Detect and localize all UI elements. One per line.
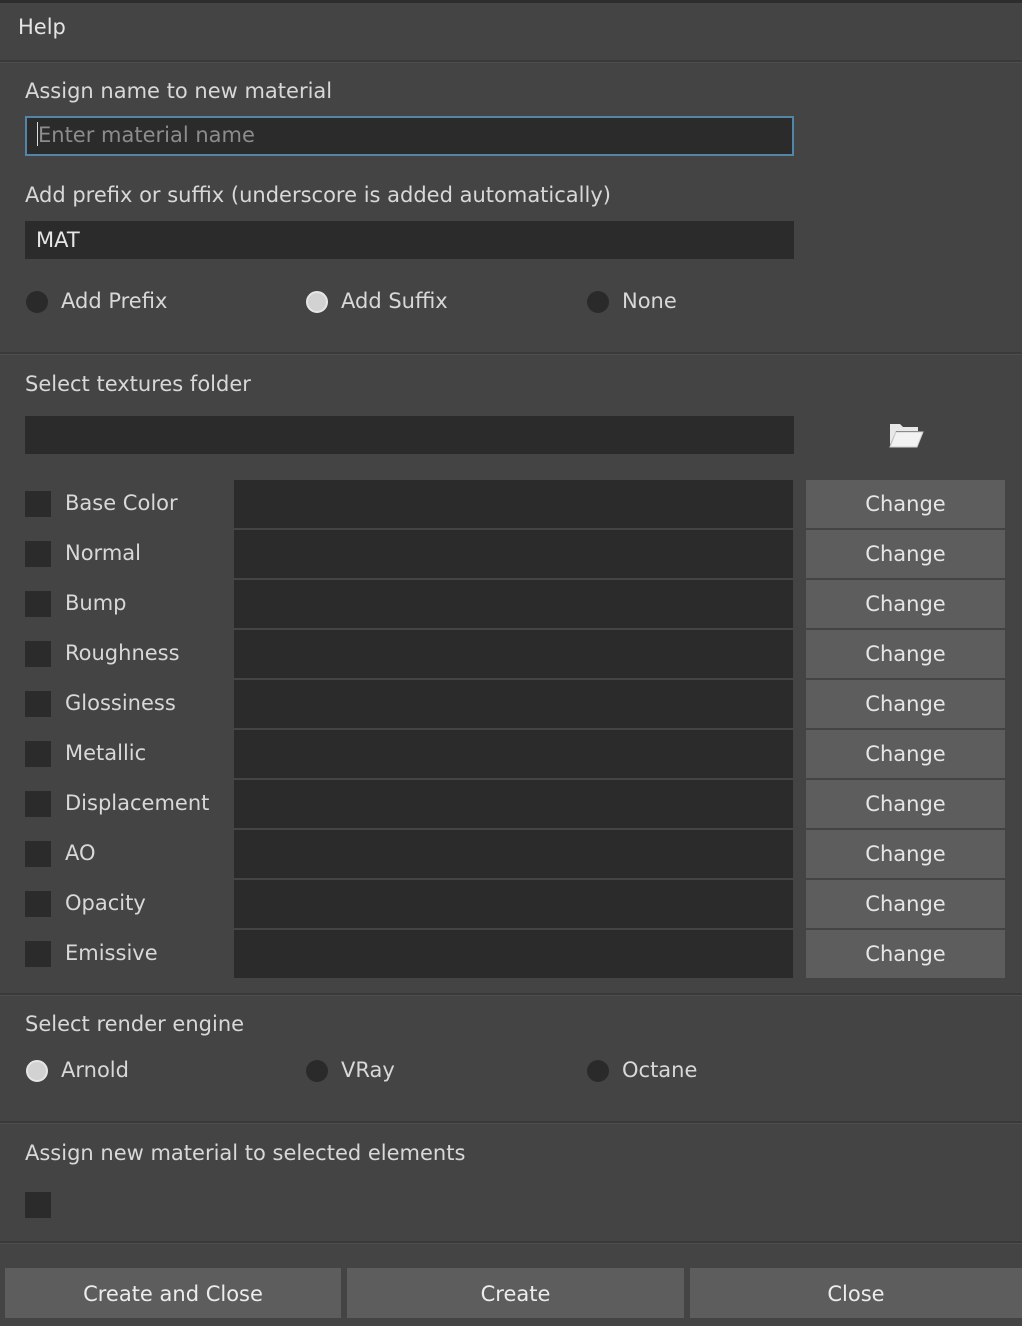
divider <box>0 993 1022 996</box>
menu-help[interactable]: Help <box>18 15 66 39</box>
affix-input[interactable]: MAT <box>25 221 794 259</box>
radio-vray[interactable] <box>306 1060 328 1082</box>
radio-arnold-label: Arnold <box>61 1058 129 1082</box>
create-and-close-button[interactable]: Create and Close <box>5 1268 341 1318</box>
map-path-field[interactable] <box>234 680 793 728</box>
material-name-placeholder: Enter material name <box>38 123 255 147</box>
map-checkbox[interactable] <box>25 841 51 867</box>
divider <box>0 60 1022 63</box>
map-path-field[interactable] <box>234 480 793 528</box>
map-change-button[interactable]: Change <box>806 830 1005 878</box>
create-button[interactable]: Create <box>347 1268 684 1318</box>
map-checkbox[interactable] <box>25 491 51 517</box>
render-engine-label: Select render engine <box>25 1012 245 1036</box>
map-change-button[interactable]: Change <box>806 930 1005 978</box>
map-path-field[interactable] <box>234 730 793 778</box>
map-checkbox[interactable] <box>25 791 51 817</box>
map-change-button[interactable]: Change <box>806 580 1005 628</box>
radio-octane[interactable] <box>587 1060 609 1082</box>
map-path-field[interactable] <box>234 530 793 578</box>
map-path-field[interactable] <box>234 930 793 978</box>
assign-label: Assign new material to selected elements <box>25 1141 466 1165</box>
material-name-input[interactable]: Enter material name <box>25 116 794 156</box>
text-caret <box>37 122 38 146</box>
radio-add-suffix-label: Add Suffix <box>341 289 448 313</box>
radio-arnold[interactable] <box>26 1060 48 1082</box>
map-change-button[interactable]: Change <box>806 880 1005 928</box>
map-change-button[interactable]: Change <box>806 680 1005 728</box>
radio-add-suffix[interactable] <box>306 291 328 313</box>
assign-checkbox[interactable] <box>25 1192 51 1218</box>
map-checkbox[interactable] <box>25 691 51 717</box>
bottom-strip <box>0 1318 1022 1326</box>
close-button[interactable]: Close <box>690 1268 1022 1318</box>
map-path-field[interactable] <box>234 880 793 928</box>
map-change-button[interactable]: Change <box>806 530 1005 578</box>
divider <box>0 1121 1022 1124</box>
map-checkbox[interactable] <box>25 541 51 567</box>
map-label: Base Color <box>65 491 178 515</box>
map-label: Roughness <box>65 641 180 665</box>
map-label: Glossiness <box>65 691 176 715</box>
map-checkbox[interactable] <box>25 941 51 967</box>
radio-none[interactable] <box>587 291 609 313</box>
map-change-button[interactable]: Change <box>806 480 1005 528</box>
affix-label: Add prefix or suffix (underscore is adde… <box>25 183 611 207</box>
map-label: Normal <box>65 541 141 565</box>
map-label: Metallic <box>65 741 147 765</box>
radio-add-prefix[interactable] <box>26 291 48 313</box>
map-label: Opacity <box>65 891 146 915</box>
material-name-label: Assign name to new material <box>25 79 333 103</box>
map-label: Bump <box>65 591 127 615</box>
map-path-field[interactable] <box>234 830 793 878</box>
radio-octane-label: Octane <box>622 1058 698 1082</box>
radio-add-prefix-label: Add Prefix <box>61 289 168 313</box>
map-change-button[interactable]: Change <box>806 630 1005 678</box>
divider <box>0 352 1022 355</box>
map-label: Emissive <box>65 941 158 965</box>
textures-folder-label: Select textures folder <box>25 372 251 396</box>
map-path-field[interactable] <box>234 580 793 628</box>
map-checkbox[interactable] <box>25 741 51 767</box>
map-path-field[interactable] <box>234 780 793 828</box>
menu-bar: Help <box>0 3 1022 60</box>
map-path-field[interactable] <box>234 630 793 678</box>
map-label: AO <box>65 841 96 865</box>
divider <box>0 1241 1022 1244</box>
textures-folder-input[interactable] <box>25 416 794 454</box>
radio-none-label: None <box>622 289 677 313</box>
map-change-button[interactable]: Change <box>806 730 1005 778</box>
map-checkbox[interactable] <box>25 891 51 917</box>
map-label: Displacement <box>65 791 210 815</box>
map-checkbox[interactable] <box>25 641 51 667</box>
folder-open-icon[interactable] <box>886 418 926 450</box>
map-checkbox[interactable] <box>25 591 51 617</box>
map-change-button[interactable]: Change <box>806 780 1005 828</box>
radio-vray-label: VRay <box>341 1058 395 1082</box>
